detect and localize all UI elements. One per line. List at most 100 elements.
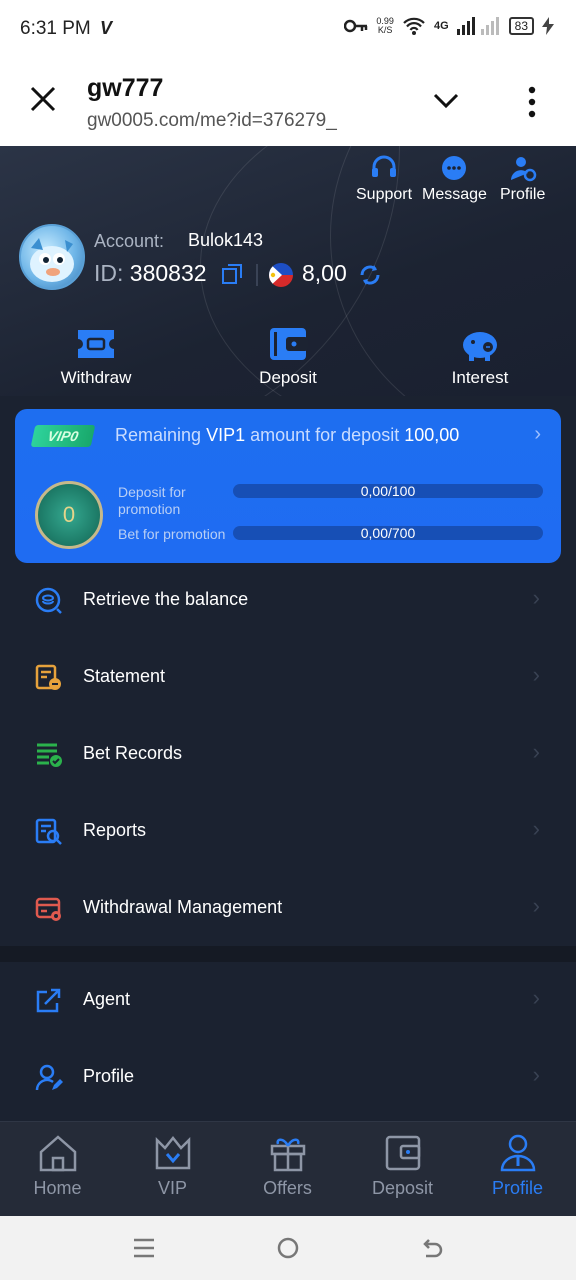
wallet-icon	[270, 328, 308, 360]
interest-button[interactable]: Interest	[410, 326, 550, 388]
withdrawal-management-icon	[35, 897, 61, 921]
menu-label: Statement	[83, 666, 166, 686]
chevron-down-icon[interactable]	[430, 84, 462, 116]
wallet-icon	[385, 1135, 420, 1171]
network-type: 4G	[433, 20, 449, 32]
system-navigation-bar	[0, 1216, 576, 1280]
profile-top-button[interactable]: Profile	[500, 154, 545, 204]
chevron-right-icon: ›	[532, 739, 540, 764]
key-icon	[344, 19, 368, 33]
recent-apps-icon[interactable]	[132, 1236, 156, 1260]
chevron-right-icon: ›	[532, 585, 540, 610]
account-label: Account:	[94, 231, 165, 251]
section-divider	[0, 946, 576, 962]
vip-medal: 0	[35, 481, 103, 549]
network-speed: 0.99 K/S	[376, 16, 394, 35]
chevron-right-icon[interactable]: ›	[534, 423, 541, 446]
tab-label: Profile	[491, 1178, 544, 1198]
chevron-right-icon: ›	[532, 662, 540, 687]
reports-icon	[35, 818, 62, 845]
menu-label: Bet Records	[83, 743, 183, 763]
message-label: Message	[422, 186, 487, 203]
signal-icon	[456, 17, 499, 35]
account-id-line: ID: 380832	[94, 260, 207, 287]
id-value: 380832	[129, 260, 207, 286]
tab-label: VIP	[157, 1178, 187, 1198]
tab-offers[interactable]: Offers	[230, 1134, 345, 1199]
menu-label: Agent	[83, 989, 131, 1009]
avatar[interactable]	[19, 224, 85, 290]
message-button[interactable]: Message	[422, 154, 487, 204]
tab-deposit[interactable]: Deposit	[345, 1134, 460, 1199]
profile-top-label: Profile	[500, 186, 546, 203]
balance-value: 8,00	[302, 260, 347, 286]
menu-agent[interactable]: Agent ›	[0, 963, 576, 1039]
profile-settings-icon	[510, 157, 536, 182]
menu-label: Withdrawal Management	[83, 897, 283, 917]
vip-badge: VIP0	[30, 425, 96, 447]
refresh-icon[interactable]	[358, 263, 382, 287]
menu-statement[interactable]: Statement ›	[0, 640, 576, 716]
bet-records-icon	[37, 743, 62, 767]
tab-label: Home	[33, 1178, 82, 1198]
menu-reports[interactable]: Reports ›	[0, 794, 576, 870]
menu-withdrawal-management[interactable]: Withdrawal Management ›	[0, 871, 576, 947]
bottom-tab-bar: Home VIP Offers Deposit Profile	[0, 1121, 576, 1216]
home-icon	[39, 1135, 76, 1172]
back-icon[interactable]	[420, 1236, 444, 1260]
support-button[interactable]: Support	[356, 154, 412, 204]
user-edit-icon	[35, 1064, 63, 1091]
account-name: Bulok143	[188, 230, 264, 250]
interest-label: Interest	[451, 368, 509, 387]
chevron-right-icon: ›	[532, 816, 540, 841]
tab-vip[interactable]: VIP	[115, 1134, 230, 1199]
status-time: 6:31 PM	[20, 18, 91, 39]
menu-profile[interactable]: Profile ›	[0, 1040, 576, 1116]
tab-label: Deposit	[371, 1178, 434, 1198]
charging-icon	[542, 17, 554, 35]
headset-icon	[372, 155, 397, 177]
menu-bet-records[interactable]: Bet Records ›	[0, 717, 576, 793]
copy-icon[interactable]	[222, 264, 242, 284]
gift-icon	[270, 1138, 305, 1172]
chevron-right-icon: ›	[532, 985, 540, 1010]
support-label: Support	[356, 186, 413, 203]
vip-remaining-text: Remaining VIP1 amount for deposit 100,00	[115, 425, 460, 445]
notification-icon: V	[100, 18, 113, 38]
menu-label: Retrieve the balance	[83, 589, 249, 609]
close-icon[interactable]	[28, 84, 58, 120]
browser-url[interactable]: gw0005.com/me?id=376279_	[87, 110, 337, 132]
profile-header: Support Message Profile Account: Bulok14…	[0, 146, 576, 396]
tab-profile[interactable]: Profile	[460, 1134, 575, 1199]
deposit-promotion-label: Deposit for promotion	[118, 484, 186, 517]
browser-title: gw777	[87, 74, 164, 102]
tab-home[interactable]: Home	[0, 1134, 115, 1199]
tab-label: Offers	[263, 1178, 312, 1198]
id-label: ID:	[94, 260, 124, 286]
battery-indicator: 83	[508, 17, 534, 35]
browser-toolbar: gw777 gw0005.com/me?id=376279_	[0, 60, 576, 146]
deposit-action-button[interactable]: Deposit	[218, 326, 358, 388]
bet-progress-bar: 0,00/700	[233, 526, 543, 540]
wifi-icon	[403, 17, 425, 35]
statement-icon	[35, 664, 61, 690]
deposit-action-label: Deposit	[259, 368, 317, 387]
philippines-flag-icon	[269, 263, 293, 287]
menu-retrieve-balance[interactable]: Retrieve the balance ›	[0, 563, 576, 639]
status-bar: 6:31 PM V 0.99 K/S 4G 83	[0, 0, 576, 60]
withdraw-label: Withdraw	[60, 368, 132, 387]
vip-level: VIP1	[206, 425, 246, 445]
more-options-icon[interactable]	[524, 86, 540, 118]
piggy-bank-icon	[463, 332, 497, 361]
chevron-right-icon: ›	[532, 893, 540, 918]
home-button-icon[interactable]	[276, 1236, 300, 1260]
refresh-coins-icon	[35, 587, 62, 614]
crown-icon	[155, 1135, 190, 1170]
status-icons: 0.99 K/S 4G 83	[344, 16, 554, 36]
withdraw-button[interactable]: Withdraw	[26, 326, 166, 388]
share-icon	[36, 988, 61, 1013]
chevron-right-icon: ›	[532, 1062, 540, 1087]
vip-card[interactable]: VIP0 Remaining VIP1 amount for deposit 1…	[15, 409, 561, 563]
deposit-progress-bar: 0,00/100	[233, 484, 543, 498]
ticket-icon	[78, 330, 114, 358]
